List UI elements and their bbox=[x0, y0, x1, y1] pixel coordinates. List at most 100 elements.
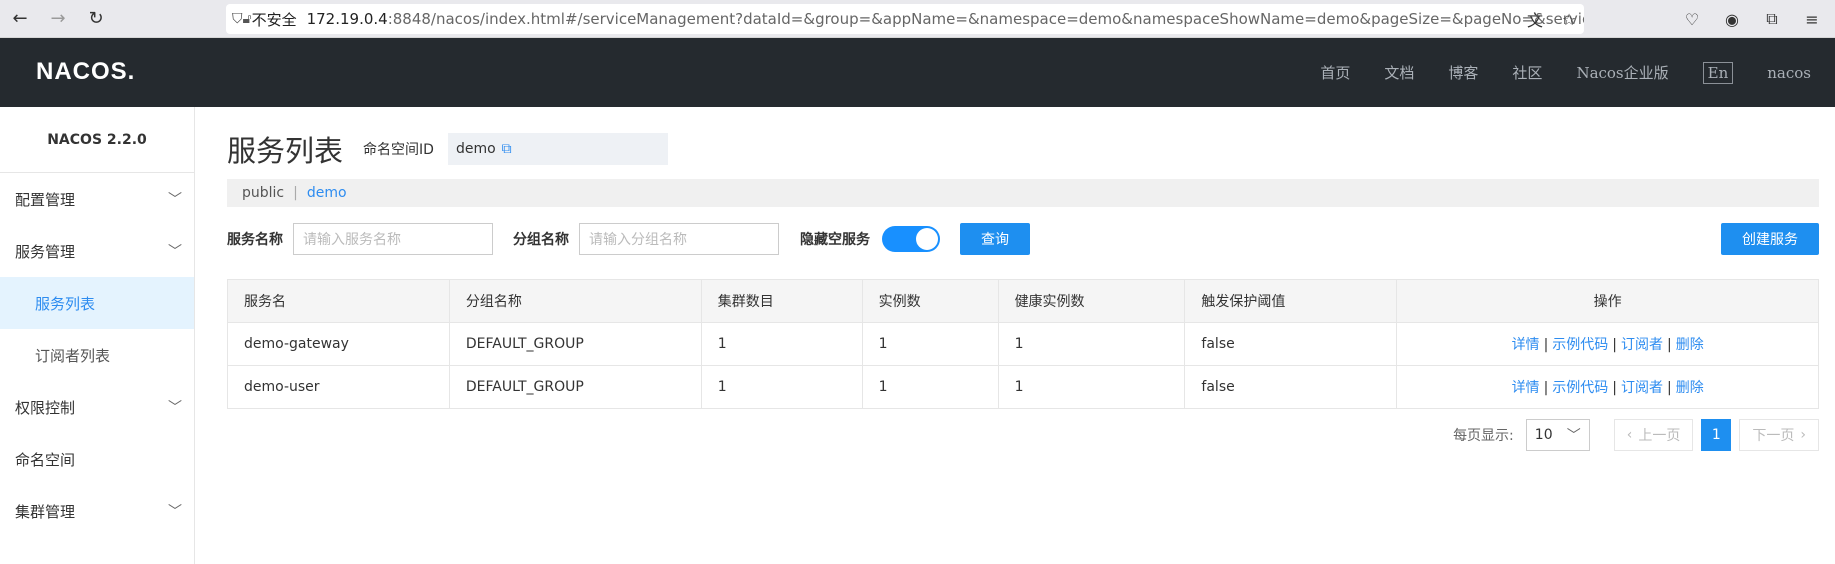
browser-toolbar: ← → ↻ ⛉ 🔓︎ 不安全 172.19.0.4:8848/nacos/ind… bbox=[0, 0, 1835, 38]
col-header-instances: 实例数 bbox=[861, 279, 999, 323]
sidebar-item-subscribers[interactable]: 订阅者列表 bbox=[0, 329, 194, 381]
group-name-input[interactable]: 请输入分组名称 bbox=[579, 223, 779, 255]
chevron-left-icon: ‹ bbox=[1626, 427, 1633, 443]
language-switch[interactable]: En bbox=[1702, 61, 1734, 84]
col-header-actions: 操作 bbox=[1396, 279, 1819, 323]
nav-link-community[interactable]: 社区 bbox=[1512, 62, 1542, 83]
user-menu[interactable]: nacos bbox=[1767, 64, 1811, 82]
page-size-label: 每页显示: bbox=[1453, 428, 1514, 444]
cell-healthy: 1 bbox=[997, 365, 1186, 409]
bookmark-star-icon[interactable]: ☆ bbox=[1555, 10, 1583, 29]
copy-icon[interactable]: ⧉ bbox=[502, 141, 512, 157]
delete-link[interactable]: 删除 bbox=[1676, 380, 1704, 396]
sidebar-item-label: 集群管理 bbox=[15, 502, 76, 521]
prev-page-button[interactable]: ‹ 上一页 bbox=[1613, 419, 1694, 451]
namespace-id-value: demo bbox=[455, 141, 496, 157]
sidebar: NACOS 2.2.0 配置管理 ﹀ 服务管理 ﹀ 服务列表 订阅者列表 权限控… bbox=[0, 107, 195, 564]
chevron-right-icon: › bbox=[1800, 427, 1806, 443]
nacos-logo[interactable]: NACOS. bbox=[36, 58, 135, 86]
cell-instances: 1 bbox=[861, 365, 999, 409]
cell-threshold: false bbox=[1184, 322, 1398, 366]
detail-link[interactable]: 详情 bbox=[1512, 337, 1540, 353]
namespace-public[interactable]: public bbox=[242, 185, 284, 201]
sidebar-item-label: 命名空间 bbox=[15, 450, 76, 469]
account-icon[interactable]: ◉ bbox=[1717, 10, 1747, 29]
namespace-divider: | bbox=[293, 185, 298, 201]
nav-link-blog[interactable]: 博客 bbox=[1448, 62, 1478, 83]
cell-threshold: false bbox=[1184, 365, 1398, 409]
current-page-button[interactable]: 1 bbox=[1701, 419, 1732, 451]
page-title: 服务列表 bbox=[227, 134, 344, 168]
cell-service-name: demo-gateway bbox=[227, 322, 450, 366]
query-button[interactable]: 查询 bbox=[960, 223, 1030, 255]
sample-code-link[interactable]: 示例代码 bbox=[1552, 337, 1608, 353]
nav-link-enterprise[interactable]: Nacos企业版 bbox=[1576, 62, 1668, 83]
pagination: 每页显示: 10 ﹀ ‹ 上一页 1 下一页 › bbox=[227, 419, 1819, 451]
namespace-id-box: demo ⧉ bbox=[447, 133, 668, 165]
subscribers-link[interactable]: 订阅者 bbox=[1621, 380, 1663, 396]
hide-empty-toggle[interactable] bbox=[882, 226, 940, 252]
namespace-switcher: public | demo bbox=[227, 179, 1819, 207]
detail-link[interactable]: 详情 bbox=[1512, 380, 1540, 396]
sidebar-item-service[interactable]: 服务管理 ﹀ bbox=[0, 225, 194, 277]
nav-link-home[interactable]: 首页 bbox=[1320, 62, 1350, 83]
next-page-label: 下一页 bbox=[1752, 428, 1795, 444]
forward-icon[interactable]: → bbox=[44, 5, 72, 33]
sidebar-item-config[interactable]: 配置管理 ﹀ bbox=[0, 173, 194, 225]
nav-link-docs[interactable]: 文档 bbox=[1384, 62, 1414, 83]
page-size-select[interactable]: 10 ﹀ bbox=[1525, 419, 1590, 451]
namespace-id-label: 命名空间ID bbox=[363, 142, 434, 158]
subscribers-link[interactable]: 订阅者 bbox=[1621, 337, 1663, 353]
sidebar-item-label: 配置管理 bbox=[15, 190, 76, 209]
page-size-value: 10 bbox=[1534, 427, 1553, 443]
sidebar-item-auth[interactable]: 权限控制 ﹀ bbox=[0, 381, 194, 433]
sidebar-item-cluster[interactable]: 集群管理 ﹀ bbox=[0, 485, 194, 537]
sidebar-item-service-list[interactable]: 服务列表 bbox=[0, 277, 194, 329]
cell-clusters: 1 bbox=[700, 365, 863, 409]
service-name-input[interactable]: 请输入服务名称 bbox=[293, 223, 493, 255]
cell-actions: 详情 | 示例代码 | 订阅者 | 删除 bbox=[1396, 365, 1819, 409]
toggle-knob bbox=[916, 228, 938, 250]
cell-clusters: 1 bbox=[700, 322, 863, 366]
delete-link[interactable]: 删除 bbox=[1676, 337, 1704, 353]
chevron-down-icon: ﹀ bbox=[168, 192, 182, 208]
insecure-label[interactable]: 不安全 bbox=[252, 9, 297, 30]
sample-code-link[interactable]: 示例代码 bbox=[1552, 380, 1608, 396]
table-row: demo-gateway DEFAULT_GROUP 1 1 1 false 详… bbox=[227, 322, 1819, 366]
prev-page-label: 上一页 bbox=[1638, 428, 1681, 444]
version-label: NACOS 2.2.0 bbox=[0, 107, 194, 173]
insecure-lock-icon[interactable]: 🔓︎ bbox=[243, 11, 252, 27]
col-header-clusters: 集群数目 bbox=[700, 279, 863, 323]
col-header-healthy: 健康实例数 bbox=[997, 279, 1186, 323]
cell-service-name: demo-user bbox=[227, 365, 450, 409]
create-service-button[interactable]: 创建服务 bbox=[1721, 223, 1819, 255]
cell-group: DEFAULT_GROUP bbox=[448, 365, 702, 409]
sidebar-item-namespace[interactable]: 命名空间 bbox=[0, 433, 194, 485]
cell-instances: 1 bbox=[861, 322, 999, 366]
next-page-button[interactable]: 下一页 › bbox=[1739, 419, 1819, 451]
service-name-label: 服务名称 bbox=[227, 232, 283, 248]
namespace-demo[interactable]: demo bbox=[307, 185, 347, 201]
extensions-icon[interactable]: ⧉ bbox=[1757, 9, 1787, 29]
translate-icon[interactable]: 文 bbox=[1521, 7, 1549, 31]
sidebar-item-label: 服务管理 bbox=[15, 242, 76, 261]
chevron-down-icon: ﹀ bbox=[168, 400, 182, 416]
reload-icon[interactable]: ↻ bbox=[82, 5, 110, 33]
sidebar-item-label: 权限控制 bbox=[15, 398, 76, 417]
chevron-down-icon: ﹀ bbox=[168, 504, 182, 520]
group-name-label: 分组名称 bbox=[513, 232, 569, 248]
chevron-down-icon: ﹀ bbox=[168, 244, 182, 260]
back-icon[interactable]: ← bbox=[6, 5, 34, 33]
url-path: :8848/nacos/index.html#/serviceManagemen… bbox=[387, 10, 1584, 28]
hide-empty-label: 隐藏空服务 bbox=[800, 232, 870, 248]
table-row: demo-user DEFAULT_GROUP 1 1 1 false 详情 | 示… bbox=[227, 365, 1819, 409]
cell-group: DEFAULT_GROUP bbox=[448, 322, 702, 366]
col-header-group: 分组名称 bbox=[448, 279, 702, 323]
service-table: 服务名 分组名称 集群数目 实例数 健康实例数 触发保护阈值 操作 demo-g… bbox=[227, 279, 1819, 409]
col-header-service-name: 服务名 bbox=[227, 279, 450, 323]
chevron-down-icon: ﹀ bbox=[1566, 428, 1581, 444]
address-bar[interactable]: ⛉ 🔓︎ 不安全 172.19.0.4:8848/nacos/index.htm… bbox=[226, 4, 1584, 34]
menu-icon[interactable]: ≡ bbox=[1797, 10, 1827, 29]
url-host: 172.19.0.4 bbox=[306, 10, 388, 28]
pocket-icon[interactable]: ♡ bbox=[1677, 10, 1707, 29]
